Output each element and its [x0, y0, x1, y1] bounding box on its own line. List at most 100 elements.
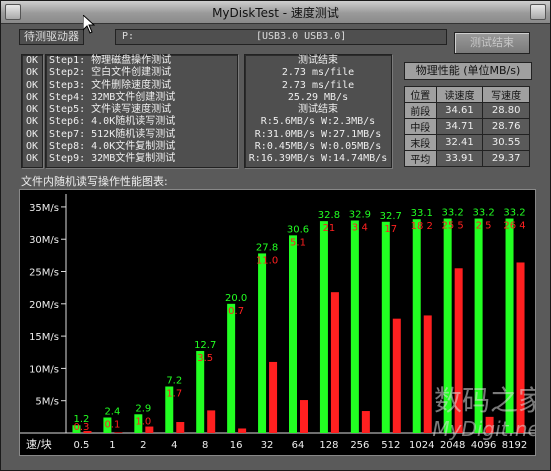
step-status: OK: [25, 104, 39, 116]
write-bar: [114, 432, 123, 433]
table-header-cell: 写速度: [482, 86, 530, 103]
step-label: Step3: 文件删除速度测试: [49, 79, 172, 91]
write-bar: [238, 428, 247, 433]
drive-letter: P:: [122, 31, 135, 42]
result-line: 测试结束: [298, 55, 338, 66]
step-label: Step4: 32MB文件创建测试: [49, 91, 176, 103]
read-value-label: 33.2: [472, 208, 494, 219]
write-bar: [423, 315, 432, 433]
table-cell: 28.80: [482, 102, 530, 119]
result-line: R:31.0MB/s W:27.1MB/s: [254, 128, 382, 140]
x-tick-label: 4: [171, 440, 177, 451]
step-status: OK: [25, 91, 39, 103]
step-label: Step8: 4.0K文件复制测试: [49, 141, 176, 153]
write-value-label: 1.7: [166, 388, 182, 399]
read-value-label: 30.6: [287, 224, 309, 235]
x-tick-label: 8192: [502, 440, 527, 451]
write-bar: [269, 361, 278, 433]
write-value-label: 17: [384, 224, 397, 235]
table-cell: 平均: [404, 150, 437, 167]
x-tick-label: 256: [350, 440, 369, 451]
table-cell: 中段: [404, 118, 437, 135]
read-value-label: 20.0: [225, 293, 247, 304]
read-value-label: 2.4: [104, 406, 120, 417]
x-tick-label: 2: [140, 440, 146, 451]
step-status: OK: [25, 55, 39, 66]
read-value-label: 32.8: [318, 210, 340, 221]
step-status: OK: [25, 153, 39, 165]
step-status: OK: [25, 79, 39, 91]
step-label: Step1: 物理磁盘操作测试: [49, 55, 172, 66]
table-cell: 29.37: [482, 150, 530, 167]
x-tick-label: 1024: [409, 440, 434, 451]
result-line: R:5.6MB/s W:2.3MB/s: [260, 116, 376, 128]
write-bar: [176, 422, 185, 433]
read-bar: [227, 303, 236, 433]
read-bar: [258, 253, 267, 433]
write-value-label: 21: [323, 223, 336, 234]
write-value-label: 3 4: [352, 222, 368, 233]
read-value-label: 33.2: [442, 208, 464, 219]
write-value-label: 26 4: [503, 221, 525, 232]
physical-perf-table: 位置 读速度 写速度 前段 34.61 28.80 中段 34.71 28.76 末段 32.41 3…: [404, 86, 530, 167]
read-bar: [412, 219, 421, 433]
table-cell: 34.71: [435, 118, 484, 135]
y-tick-label: 20M/s: [29, 300, 59, 311]
read-bar: [381, 221, 390, 433]
write-value-label: 25 5: [442, 221, 464, 232]
write-value-label: 0.1: [104, 419, 120, 430]
x-tick-label: 32: [261, 440, 274, 451]
read-value-label: 7.2: [166, 375, 182, 386]
x-tick-label: 128: [319, 440, 338, 451]
drive-name: [USB3.0 USB3.0]: [256, 31, 347, 42]
step-label: Step6: 4.0K随机读写测试: [49, 116, 176, 128]
end-test-button[interactable]: 测试结束: [454, 32, 530, 54]
read-value-label: 12.7: [194, 340, 216, 351]
chart-canvas: 5M/s 10M/s 15M/s 20M/s 25M/s 30M/s 35M/s 速/块 0.5…: [20, 194, 535, 451]
result-line: 测试结束: [298, 104, 338, 116]
step-status: OK: [25, 67, 39, 79]
table-header-cell: 位置: [404, 86, 437, 103]
physical-perf-title: 物理性能 (单位MB/s): [404, 62, 532, 80]
write-bar: [145, 426, 154, 433]
watermark: 数码之家: [434, 384, 535, 417]
write-value-label: 5.1: [290, 237, 306, 248]
read-bar: [319, 221, 328, 433]
y-tick-label: 30M/s: [29, 235, 59, 246]
write-value-label: 11.0: [256, 255, 278, 266]
write-value-label: 2 5: [476, 221, 492, 232]
read-value-label: 27.8: [256, 242, 278, 253]
close-icon[interactable]: [530, 4, 546, 20]
table-header-cell: 读速度: [435, 86, 484, 103]
write-bar: [361, 411, 370, 433]
read-bar: [350, 220, 359, 433]
table-row: 平均 33.91 29.37: [404, 150, 530, 167]
table-cell: 28.76: [482, 118, 530, 135]
y-tick-label: 35M/s: [29, 203, 59, 214]
x-tick-label: 1: [109, 440, 115, 451]
write-bar: [330, 292, 339, 433]
write-bar: [392, 318, 401, 433]
read-value-label: 2.9: [135, 403, 151, 414]
read-value-label: 32.7: [380, 211, 402, 222]
step-label: Step7: 512K随机读写测试: [49, 128, 176, 140]
y-tick-label: 25M/s: [29, 268, 59, 279]
y-tick-label: 10M/s: [29, 364, 59, 375]
write-value-label: 0.7: [228, 306, 244, 317]
table-cell: 33.91: [435, 150, 484, 167]
x-tick-label: 64: [292, 440, 305, 451]
result-line: 2.73 ms/file: [281, 67, 355, 79]
x-axis-label: 速/块: [26, 438, 52, 451]
drive-field: P: [USB3.0 USB3.0]: [115, 29, 447, 45]
status-column: OK OK OK OK OK OK OK OK OK: [21, 54, 43, 168]
write-value-label: 0.3: [74, 422, 90, 433]
app-window: MyDiskTest - 速度测试 待测驱动器 P: [USB3.0 USB3.…: [0, 0, 551, 471]
y-tick-label: 5M/s: [35, 397, 59, 408]
table-cell: 32.41: [435, 134, 484, 151]
step-status: OK: [25, 116, 39, 128]
step-status: OK: [25, 128, 39, 140]
table-row: 前段 34.61 28.80: [404, 102, 530, 119]
step-label: Step9: 32MB文件复制测试: [49, 153, 176, 165]
table-cell: 前段: [404, 102, 437, 119]
read-bar: [289, 235, 297, 433]
